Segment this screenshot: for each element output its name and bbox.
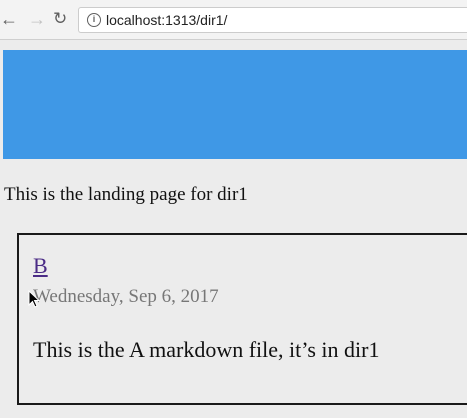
post-title-link[interactable]: B (33, 253, 48, 279)
landing-text: This is the landing page for dir1 (4, 184, 248, 205)
post-summary: This is the A markdown file, it’s in dir… (33, 337, 380, 362)
forward-arrow-icon[interactable]: → (28, 9, 46, 29)
info-icon[interactable]: i (87, 13, 101, 27)
post-card: B Wednesday, Sep 6, 2017 This is the A m… (17, 233, 467, 405)
back-arrow-icon[interactable]: ← (0, 9, 18, 29)
header-banner (3, 50, 467, 159)
mouse-cursor-icon (28, 290, 40, 308)
reload-icon[interactable]: ↻ (53, 9, 67, 29)
post-date: Wednesday, Sep 6, 2017 (33, 286, 219, 307)
url-text[interactable]: localhost:1313/dir1/ (106, 12, 227, 28)
browser-toolbar: ← → ↻ i localhost:1313/dir1/ (0, 0, 467, 40)
address-bar[interactable]: i localhost:1313/dir1/ (78, 7, 467, 33)
